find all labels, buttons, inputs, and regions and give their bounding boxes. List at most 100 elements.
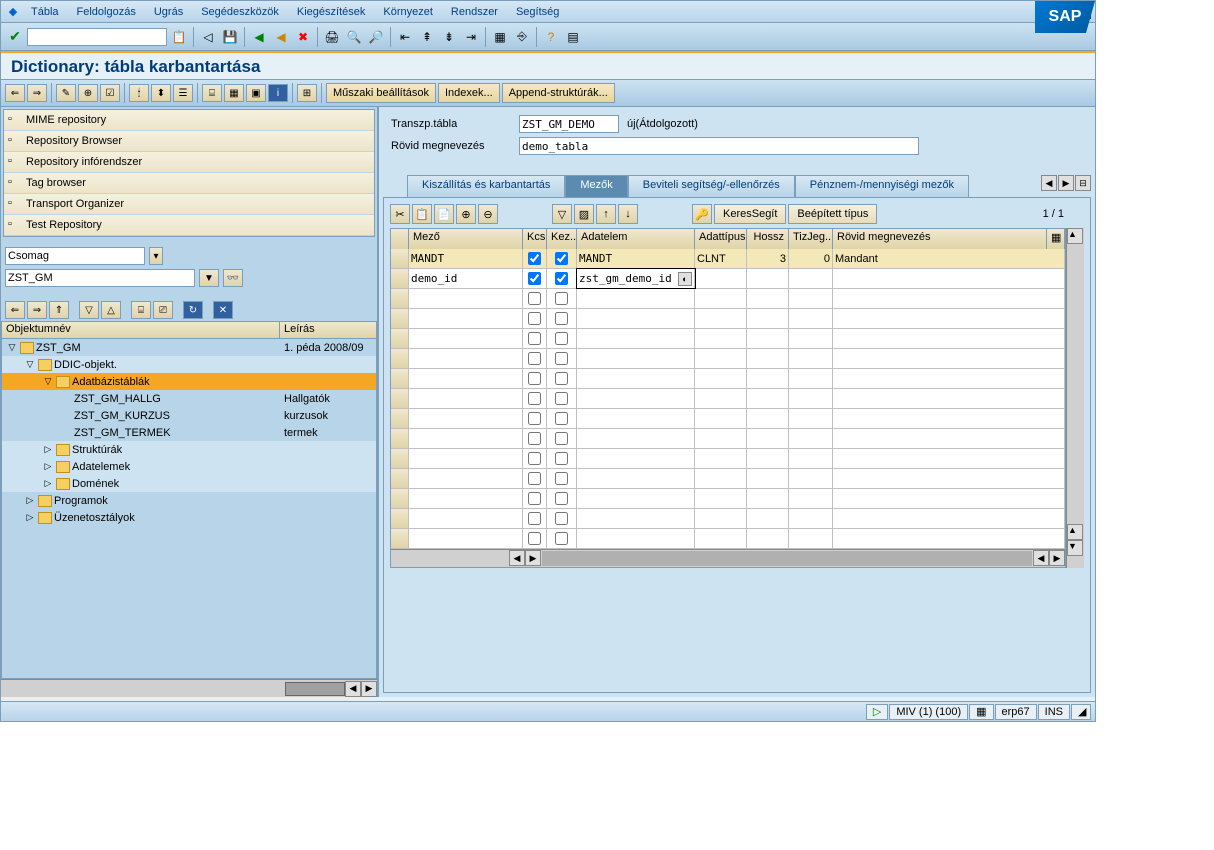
init-checkbox[interactable] [555, 492, 568, 505]
grid-row[interactable] [391, 309, 1065, 329]
tab-delivery[interactable]: Kiszállítás és karbantartás [407, 175, 565, 197]
table-name-input[interactable] [519, 115, 619, 133]
menu-ugras[interactable]: Ugrás [146, 6, 191, 18]
data-element-input[interactable] [579, 452, 692, 465]
col-field[interactable]: Mező [409, 229, 523, 249]
init-checkbox[interactable] [555, 452, 568, 465]
data-element-input[interactable] [579, 432, 692, 445]
first-page-icon[interactable]: ⇤ [395, 27, 415, 47]
prev-page-icon[interactable]: ⇞ [417, 27, 437, 47]
init-checkbox[interactable] [555, 372, 568, 385]
object-tree[interactable]: ▽ZST_GM1. péda 2008/09▽DDIC-objekt.▽Adat… [1, 339, 377, 679]
menu-rendszer[interactable]: Rendszer [443, 6, 506, 18]
hscroll-right-icon[interactable]: ▶ [525, 550, 541, 566]
sap-menu-icon[interactable]: ◆ [5, 4, 21, 20]
grid-row[interactable] [391, 469, 1065, 489]
dropdown-icon[interactable]: 📋 [169, 27, 189, 47]
check-icon[interactable]: ☑ [100, 84, 120, 102]
tree-row[interactable]: ▷Adatelemek [2, 458, 376, 475]
key-checkbox[interactable] [528, 352, 541, 365]
hscroll-right2-icon[interactable]: ▶ [1049, 550, 1065, 566]
search-help-button[interactable]: KeresSegít [714, 204, 786, 224]
key-checkbox[interactable] [528, 392, 541, 405]
tree-row[interactable]: ▷Struktúrák [2, 441, 376, 458]
field-name-input[interactable] [411, 312, 520, 325]
tree-toggle-icon[interactable]: ▷ [42, 444, 54, 455]
tree-toggle-icon[interactable]: ▷ [42, 461, 54, 472]
hierarchy-icon[interactable]: ⌸ [202, 84, 222, 102]
init-checkbox[interactable] [555, 312, 568, 325]
short-desc-input[interactable] [519, 137, 919, 155]
prev-object-icon[interactable]: ⇐ [5, 84, 25, 102]
tree-toggle-icon[interactable]: ▽ [6, 342, 18, 353]
field-name-input[interactable] [411, 392, 520, 405]
enter-icon[interactable]: ✔ [5, 27, 25, 47]
tab-scroll-left-icon[interactable]: ◀ [1041, 175, 1057, 191]
display-change-icon[interactable]: ✎ [56, 84, 76, 102]
key-checkbox[interactable] [528, 532, 541, 545]
delete-row-icon[interactable]: ⊖ [478, 204, 498, 224]
tech-settings-button[interactable]: Műszaki beállítások [326, 83, 436, 103]
tree-toggle-icon[interactable]: ▷ [24, 495, 36, 506]
vscroll-up2-icon[interactable]: ▲ [1067, 524, 1083, 540]
f4-help-icon[interactable]: ◐ [678, 272, 692, 286]
hscroll-left-icon[interactable]: ◀ [509, 550, 525, 566]
back-green-icon[interactable]: ◀ [249, 27, 269, 47]
repo-item[interactable]: ▫Test Repository [4, 215, 374, 236]
init-checkbox[interactable] [555, 272, 568, 285]
cut-icon[interactable]: ✂ [390, 204, 410, 224]
tree-toggle-icon[interactable]: ▽ [24, 359, 36, 370]
nav-fwd-icon[interactable]: ⇒ [27, 301, 47, 319]
key-checkbox[interactable] [528, 372, 541, 385]
key-checkbox[interactable] [528, 452, 541, 465]
data-element-input[interactable] [579, 252, 692, 265]
paste-icon[interactable]: 📄 [434, 204, 454, 224]
data-element-input[interactable] [579, 412, 692, 425]
init-checkbox[interactable] [555, 292, 568, 305]
field-name-input[interactable] [411, 372, 520, 385]
nav-up-icon[interactable]: ⇑ [49, 301, 69, 319]
next-object-icon[interactable]: ⇒ [27, 84, 47, 102]
menu-kiegeszitesek[interactable]: Kiegészítések [289, 6, 373, 18]
tree-toggle-icon[interactable]: ▷ [42, 478, 54, 489]
grid-row[interactable] [391, 329, 1065, 349]
grid-row[interactable] [391, 429, 1065, 449]
init-checkbox[interactable] [555, 512, 568, 525]
tab-currency[interactable]: Pénznem-/mennyiségi mezők [795, 175, 969, 197]
nav-back-icon[interactable]: ⇐ [5, 301, 25, 319]
vscroll-up-icon[interactable]: ▲ [1067, 228, 1083, 244]
other-object-icon[interactable]: ⊕ [78, 84, 98, 102]
grid-row[interactable] [391, 349, 1065, 369]
col-dataelem[interactable]: Adatelem [577, 229, 695, 249]
status-layout-icon[interactable]: ▦ [969, 704, 993, 720]
tab-scroll-right-icon[interactable]: ▶ [1058, 175, 1074, 191]
expand-all-icon[interactable]: ▽ [552, 204, 572, 224]
grid-row[interactable] [391, 369, 1065, 389]
tree-row[interactable]: ZST_GM_KURZUSkurzusok [2, 407, 376, 424]
copy-icon[interactable]: 📋 [412, 204, 432, 224]
grid-vscroll[interactable]: ▲ ▲ ▼ [1066, 228, 1084, 568]
col-decimals[interactable]: TizJeg... [789, 229, 833, 249]
grid-row[interactable] [391, 389, 1065, 409]
next-page-icon[interactable]: ⇟ [439, 27, 459, 47]
hscroll-left2-icon[interactable]: ◀ [1033, 550, 1049, 566]
append-struct-button[interactable]: Append-struktúrák... [502, 83, 615, 103]
col-length[interactable]: Hossz [747, 229, 789, 249]
insert-row-icon[interactable]: ⊕ [456, 204, 476, 224]
scroll-right-icon[interactable]: ▶ [361, 681, 377, 697]
field-name-input[interactable] [411, 532, 520, 545]
tree-toggle-icon[interactable]: ▽ [42, 376, 54, 387]
data-element-input[interactable] [579, 372, 692, 385]
graphic-icon[interactable]: ▣ [246, 84, 266, 102]
data-element-input[interactable] [579, 492, 692, 505]
menu-segedeszkozok[interactable]: Segédeszközök [193, 6, 287, 18]
status-nav-icon[interactable]: ▷ [866, 704, 888, 720]
field-name-input[interactable] [411, 352, 520, 365]
tree-row[interactable]: ▽ZST_GM1. péda 2008/09 [2, 339, 376, 356]
layout-icon[interactable]: ▤ [563, 27, 583, 47]
where-used-icon[interactable]: ⬍ [151, 84, 171, 102]
tree-row[interactable]: ▷Domének [2, 475, 376, 492]
data-element-input[interactable] [579, 512, 692, 525]
dropdown-history-icon[interactable]: ▼ [199, 269, 219, 287]
object-name-input[interactable] [5, 269, 195, 287]
